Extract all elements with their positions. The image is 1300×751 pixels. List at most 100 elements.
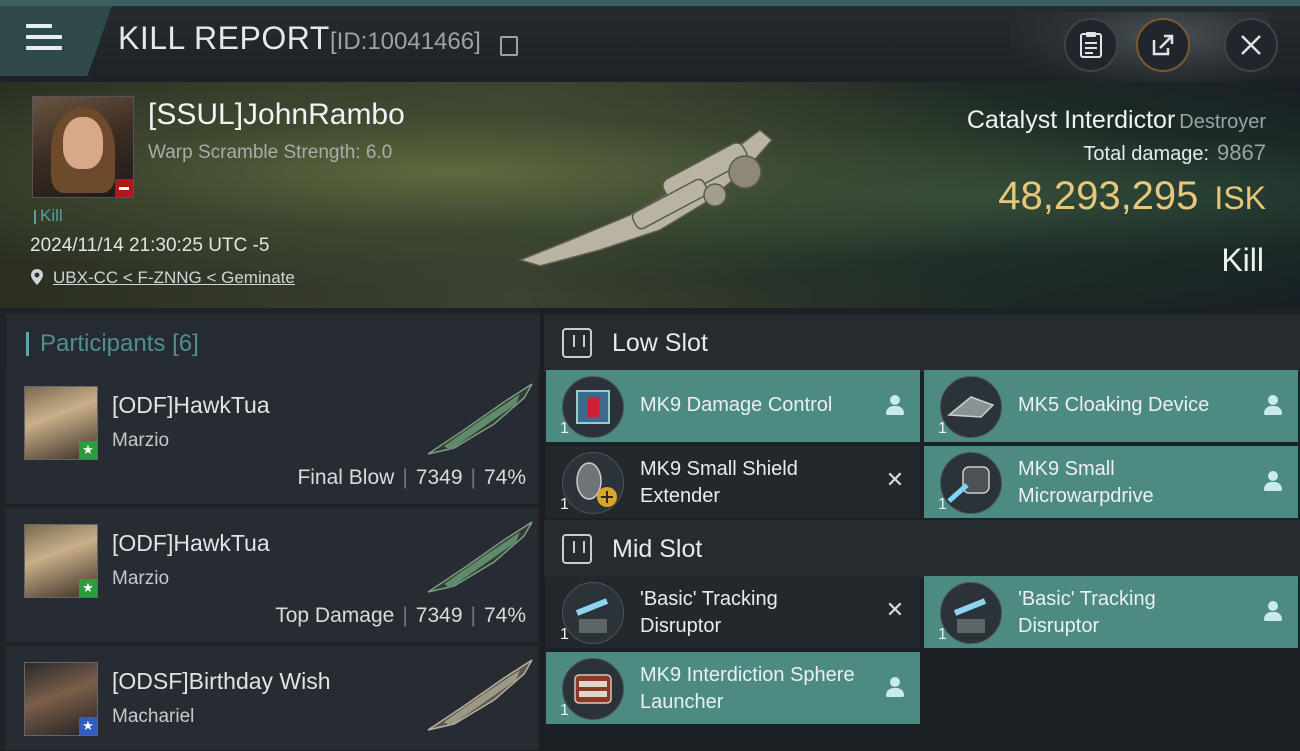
kill-tag: Kill <box>34 206 63 226</box>
module-name: 'Basic' Tracking Disruptor <box>1018 588 1156 637</box>
fitted-person-icon <box>1262 600 1284 622</box>
damage-control-module-icon <box>562 376 624 438</box>
victim-ship-image <box>517 129 774 267</box>
victim-banner: [SSUL]JohnRambo Warp Scramble Strength: … <box>0 82 1300 308</box>
participant-damage: 7349 <box>415 466 463 489</box>
participant-avatar[interactable]: ★ <box>24 386 98 460</box>
standing-positive-icon: ★ <box>79 579 97 597</box>
isk-loss: 48,293,295 ISK <box>998 174 1266 219</box>
module-item[interactable]: 1 MK9 Interdiction Sphere Launcher <box>546 652 920 724</box>
module-quantity: 1 <box>560 420 569 437</box>
standing-positive-icon: ★ <box>79 717 97 735</box>
destroyed-x-icon: ✕ <box>885 598 905 623</box>
clipboard-icon <box>1080 32 1102 58</box>
module-name: 'Basic' Tracking Disruptor <box>640 588 778 637</box>
module-item[interactable]: 1 'Basic' Tracking Disruptor <box>924 576 1298 648</box>
module-item[interactable]: 1 MK9 Small Shield Extender ✕ <box>546 446 920 518</box>
share-button[interactable] <box>1136 18 1190 72</box>
participant-ship: Marzio <box>112 430 170 451</box>
participant-ship-image <box>427 521 533 593</box>
low-slot-icon <box>562 328 592 358</box>
report-id: [ID:10041466] <box>330 28 481 55</box>
kill-result: Kill <box>1221 242 1264 278</box>
fitted-person-icon <box>884 394 906 416</box>
participant-damage: 7349 <box>415 604 463 627</box>
module-name: MK9 Interdiction Sphere Launcher <box>640 664 855 713</box>
victim-avatar[interactable] <box>32 96 134 198</box>
module-quantity: 1 <box>560 702 569 719</box>
low-slot-header: Low Slot <box>544 314 1300 372</box>
warp-scramble-strength: Warp Scramble Strength: 6.0 <box>148 142 393 163</box>
close-button[interactable] <box>1224 18 1278 72</box>
kill-timestamp: 2024/11/14 21:30:25 UTC -5 <box>30 235 270 256</box>
module-item[interactable]: 1 MK9 Damage Control <box>546 370 920 442</box>
close-icon <box>1241 35 1261 55</box>
participants-panel: Participants [6] ★ [ODF]HawkTua Marzio F… <box>0 308 540 751</box>
participant-row[interactable]: ★ [ODF]HawkTua Marzio Final Blow | 7349 | 74… <box>6 370 538 505</box>
participant-ship: Machariel <box>112 706 195 727</box>
participant-percent: 74% <box>483 604 526 627</box>
module-item[interactable]: 1 MK9 Small Microwarpdrive <box>924 446 1298 518</box>
fitted-person-icon <box>1262 394 1284 416</box>
hamburger-menu-icon <box>26 24 62 54</box>
standing-positive-icon: ★ <box>79 441 97 459</box>
module-quantity: 1 <box>938 496 947 513</box>
page-title: KILL REPORT <box>118 20 330 56</box>
destroyed-x-icon: ✕ <box>885 468 905 493</box>
total-damage-label: Total damage: <box>1083 143 1210 165</box>
module-name: MK9 Damage Control <box>640 394 833 416</box>
module-quantity: 1 <box>938 420 947 437</box>
participant-percent: 74% <box>483 466 526 489</box>
module-name: MK9 Small Microwarpdrive <box>1018 458 1154 507</box>
participant-name[interactable]: [ODF]HawkTua <box>112 392 270 419</box>
interdiction-sphere-launcher-module-icon <box>562 658 624 720</box>
participant-row[interactable]: ★ [ODF]HawkTua Marzio Top Damage | 7349 | 74… <box>6 508 538 643</box>
module-name: MK5 Cloaking Device <box>1018 394 1210 416</box>
participant-avatar[interactable]: ★ <box>24 524 98 598</box>
fitted-person-icon <box>884 676 906 698</box>
tracking-disruptor-module-icon <box>940 582 1002 644</box>
copy-icon[interactable] <box>500 36 518 56</box>
fitted-person-icon <box>1262 470 1284 492</box>
mid-slot-label: Mid Slot <box>612 535 703 563</box>
participants-title: Participants [6] <box>40 330 199 357</box>
victim-ship: Catalyst Interdictor Destroyer <box>967 106 1266 135</box>
module-quantity: 1 <box>560 496 569 513</box>
participants-header: Participants [6] <box>6 314 540 370</box>
victim-name[interactable]: [SSUL]JohnRambo <box>148 98 405 132</box>
total-damage-value: 9867 <box>1217 140 1266 165</box>
participant-ship-image <box>427 659 533 731</box>
module-item[interactable]: 1 'Basic' Tracking Disruptor ✕ <box>546 576 920 648</box>
participant-row[interactable]: ★ [ODSF]Birthday Wish Machariel <box>6 646 538 751</box>
module-quantity: 1 <box>560 626 569 643</box>
participant-stats: Final Blow | 7349 | 74% <box>297 466 526 489</box>
victim-ship-class: Destroyer <box>1179 111 1266 133</box>
location-link[interactable]: UBX-CC < F-ZNNG < Geminate <box>53 268 295 288</box>
isk-value: 48,293,295 <box>998 174 1199 218</box>
isk-unit: ISK <box>1214 180 1266 216</box>
participant-name[interactable]: [ODSF]Birthday Wish <box>112 668 331 695</box>
victim-ship-name[interactable]: Catalyst Interdictor <box>967 106 1175 134</box>
location-pin-icon <box>31 269 43 285</box>
participant-stats: Top Damage | 7349 | 74% <box>275 604 526 627</box>
participant-ship-image <box>427 383 533 455</box>
shield-extender-module-icon <box>562 452 624 514</box>
tracking-disruptor-module-icon <box>562 582 624 644</box>
module-item[interactable]: 1 MK5 Cloaking Device <box>924 370 1298 442</box>
low-slot-label: Low Slot <box>612 329 708 357</box>
standing-negative-icon <box>115 179 133 197</box>
share-icon <box>1152 34 1174 56</box>
participant-name[interactable]: [ODF]HawkTua <box>112 530 270 557</box>
participant-role: Top Damage <box>275 604 395 627</box>
participant-role: Final Blow <box>297 466 395 489</box>
module-quantity: 1 <box>938 626 947 643</box>
participant-avatar[interactable]: ★ <box>24 662 98 736</box>
clipboard-button[interactable] <box>1064 18 1118 72</box>
cloaking-device-module-icon <box>940 376 1002 438</box>
participant-ship: Marzio <box>112 568 170 589</box>
mid-slot-header: Mid Slot <box>544 520 1300 578</box>
fittings-panel: Low Slot 1 MK9 Damage Control 1 MK5 Cloa… <box>544 308 1300 750</box>
mid-slot-icon <box>562 534 592 564</box>
module-name: MK9 Small Shield Extender <box>640 458 798 507</box>
microwarpdrive-module-icon <box>940 452 1002 514</box>
